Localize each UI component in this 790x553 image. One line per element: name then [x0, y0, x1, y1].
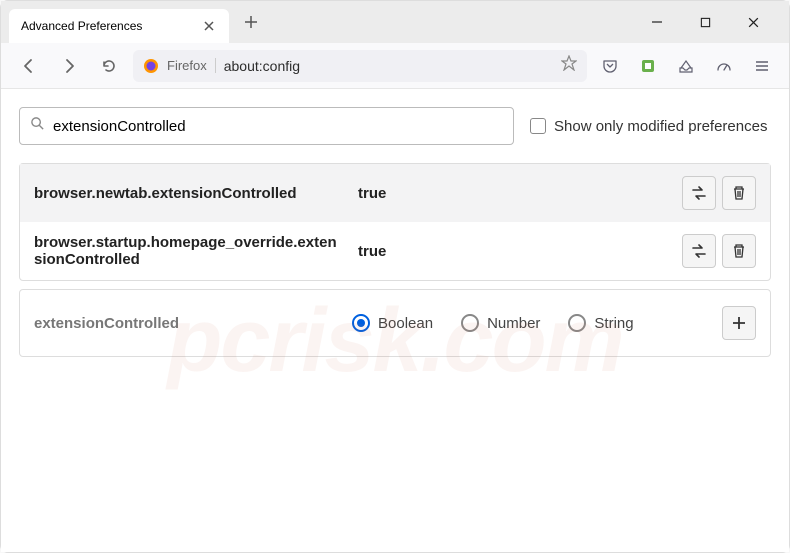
brand-label: Firefox	[167, 58, 216, 73]
preferences-table: browser.newtab.extensionControlled true …	[19, 163, 771, 281]
maximize-icon[interactable]	[693, 10, 717, 34]
radio-label: Number	[487, 315, 540, 332]
pref-value: true	[358, 185, 668, 202]
radio-label: String	[594, 315, 633, 332]
pref-row: browser.newtab.extensionControlled true	[20, 164, 770, 222]
new-tab-button[interactable]	[237, 8, 265, 36]
toggle-button[interactable]	[682, 234, 716, 268]
browser-toolbar: Firefox about:config	[1, 43, 789, 89]
type-radio-group: Boolean Number String	[352, 314, 714, 332]
radio-boolean[interactable]: Boolean	[352, 314, 433, 332]
radio-icon	[568, 314, 586, 332]
reload-button[interactable]	[93, 50, 125, 82]
radio-number[interactable]: Number	[461, 314, 540, 332]
radio-icon	[461, 314, 479, 332]
url-text: about:config	[224, 58, 553, 74]
pref-row: browser.startup.homepage_override.extens…	[20, 222, 770, 280]
bookmark-star-icon[interactable]	[561, 55, 577, 76]
search-icon	[30, 116, 45, 136]
address-bar[interactable]: Firefox about:config	[133, 50, 587, 82]
menu-button[interactable]	[747, 51, 777, 81]
browser-tab[interactable]: Advanced Preferences	[9, 9, 229, 43]
checkbox-icon	[530, 118, 546, 134]
search-input[interactable]	[53, 118, 503, 135]
forward-button[interactable]	[53, 50, 85, 82]
pref-value: true	[358, 243, 668, 260]
inbox-icon[interactable]	[671, 51, 701, 81]
window-controls	[645, 10, 781, 34]
checkbox-label: Show only modified preferences	[554, 118, 767, 135]
pref-name: browser.newtab.extensionControlled	[34, 185, 344, 202]
radio-icon	[352, 314, 370, 332]
new-pref-name: extensionControlled	[34, 315, 344, 332]
tab-title: Advanced Preferences	[21, 19, 201, 33]
search-row: Show only modified preferences	[19, 107, 771, 145]
new-pref-row: extensionControlled Boolean Number Strin…	[19, 289, 771, 357]
performance-icon[interactable]	[709, 51, 739, 81]
content-area: Show only modified preferences browser.n…	[1, 89, 789, 552]
delete-button[interactable]	[722, 234, 756, 268]
minimize-icon[interactable]	[645, 10, 669, 34]
add-button[interactable]	[722, 306, 756, 340]
titlebar: Advanced Preferences	[1, 1, 789, 43]
extension-icon[interactable]	[633, 51, 663, 81]
row-actions	[682, 176, 756, 210]
back-button[interactable]	[13, 50, 45, 82]
row-actions	[682, 234, 756, 268]
search-box[interactable]	[19, 107, 514, 145]
toggle-button[interactable]	[682, 176, 716, 210]
close-tab-icon[interactable]	[201, 18, 217, 34]
pocket-icon[interactable]	[595, 51, 625, 81]
close-window-icon[interactable]	[741, 10, 765, 34]
radio-string[interactable]: String	[568, 314, 633, 332]
show-modified-checkbox[interactable]: Show only modified preferences	[530, 118, 767, 135]
delete-button[interactable]	[722, 176, 756, 210]
pref-name: browser.startup.homepage_override.extens…	[34, 234, 344, 268]
radio-label: Boolean	[378, 315, 433, 332]
firefox-icon	[143, 58, 159, 74]
